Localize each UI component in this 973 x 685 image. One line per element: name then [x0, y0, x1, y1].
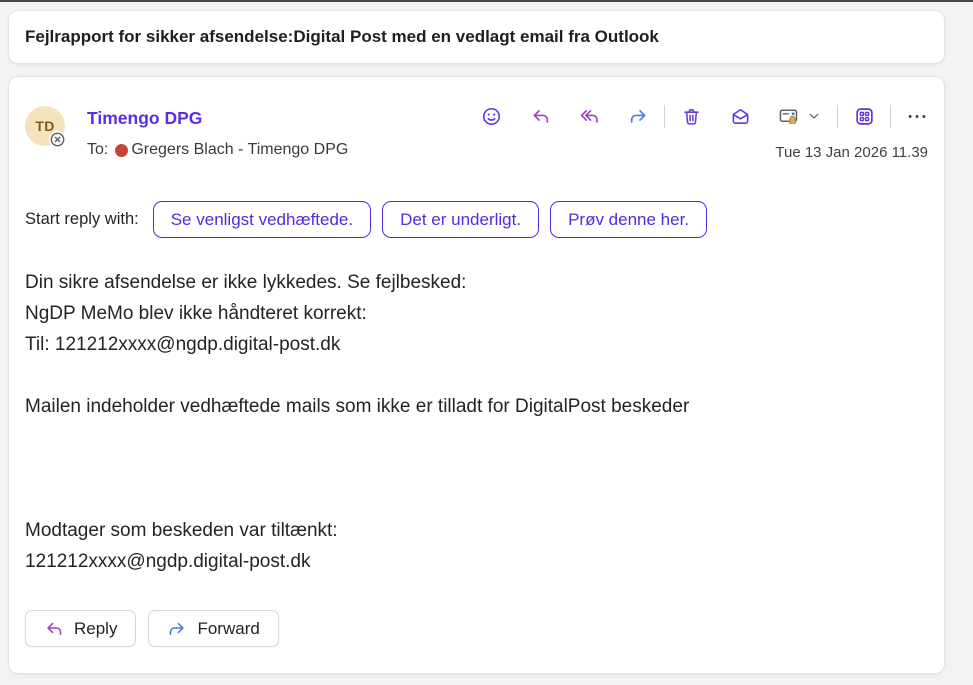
- body-line: [25, 422, 689, 453]
- reactions-button[interactable]: [480, 105, 502, 127]
- body-line: 121212xxxx@ngdp.digital-post.dk: [25, 546, 689, 577]
- read-unread-button[interactable]: [778, 105, 800, 127]
- blocked-sender-badge: [49, 131, 66, 148]
- body-line: Til: 121212xxxx@ngdp.digital-post.dk: [25, 329, 689, 360]
- suggested-reply-1[interactable]: Se venligst vedhæftede.: [153, 201, 371, 238]
- mark-read-button[interactable]: [729, 105, 751, 127]
- sender-name[interactable]: Timengo DPG: [87, 108, 202, 129]
- body-line: Din sikre afsendelse er ikke lykkedes. S…: [25, 267, 689, 298]
- toolbar-divider: [890, 105, 891, 128]
- to-label: To:: [87, 141, 108, 159]
- reply-action-button[interactable]: Reply: [25, 610, 136, 647]
- message-card: TD Timengo DPG To: Gregers Blach - Timen…: [8, 76, 945, 674]
- suggested-reply-3[interactable]: Prøv denne her.: [550, 201, 707, 238]
- body-line: Modtager som beskeden var tiltænkt:: [25, 515, 689, 546]
- recipient-row: To: Gregers Blach - Timengo DPG: [87, 141, 348, 159]
- toolbar-divider: [664, 105, 665, 128]
- bottom-actions: Reply Forward: [25, 610, 291, 647]
- smiley-icon: [481, 106, 502, 127]
- read-unread-icon: [778, 105, 800, 127]
- message-toolbar: [480, 104, 928, 128]
- outlook-reading-pane: { "window": { "subject": "Fejlrapport fo…: [0, 0, 973, 685]
- body-line: [25, 484, 689, 515]
- reply-icon: [44, 619, 64, 639]
- ellipsis-icon: [906, 106, 928, 127]
- body-line: [25, 453, 689, 484]
- recipient-name[interactable]: Gregers Blach - Timengo DPG: [131, 141, 348, 159]
- presence-busy-icon: [115, 144, 128, 157]
- reply-all-button[interactable]: [578, 105, 600, 127]
- more-options-button[interactable]: [906, 105, 928, 127]
- sender-avatar[interactable]: TD: [25, 106, 65, 146]
- forward-button[interactable]: [627, 105, 649, 127]
- forward-icon: [628, 106, 649, 127]
- forward-icon: [167, 619, 187, 639]
- body-line: Mailen indeholder vedhæftede mails som i…: [25, 391, 689, 422]
- mail-read-icon: [730, 106, 751, 127]
- chevron-down-icon: [807, 109, 821, 123]
- body-line: [25, 360, 689, 391]
- suggested-reply-2[interactable]: Det er underligt.: [382, 201, 539, 238]
- email-subject: Fejlrapport for sikker afsendelse:Digita…: [25, 27, 659, 47]
- blocked-circle-x-icon: [50, 132, 65, 147]
- message-date: Tue 13 Jan 2026 11.39: [775, 144, 928, 161]
- reply-all-icon: [579, 106, 600, 127]
- reply-icon: [530, 106, 551, 127]
- body-line: NgDP MeMo blev ikke håndteret korrekt:: [25, 298, 689, 329]
- forward-action-label: Forward: [197, 619, 259, 639]
- trash-icon: [681, 106, 702, 127]
- reply-action-label: Reply: [74, 619, 117, 639]
- delete-button[interactable]: [680, 105, 702, 127]
- apps-button[interactable]: [853, 105, 875, 127]
- suggested-replies-label: Start reply with:: [25, 210, 139, 229]
- reply-button[interactable]: [529, 105, 551, 127]
- apps-grid-icon: [854, 106, 875, 127]
- email-body: Din sikre afsendelse er ikke lykkedes. S…: [25, 267, 689, 577]
- read-unread-dropdown[interactable]: [806, 105, 822, 127]
- subject-header-card: Fejlrapport for sikker afsendelse:Digita…: [8, 10, 945, 64]
- forward-action-button[interactable]: Forward: [148, 610, 278, 647]
- toolbar-divider: [837, 105, 838, 128]
- suggested-replies-row: Start reply with: Se venligst vedhæftede…: [25, 201, 718, 238]
